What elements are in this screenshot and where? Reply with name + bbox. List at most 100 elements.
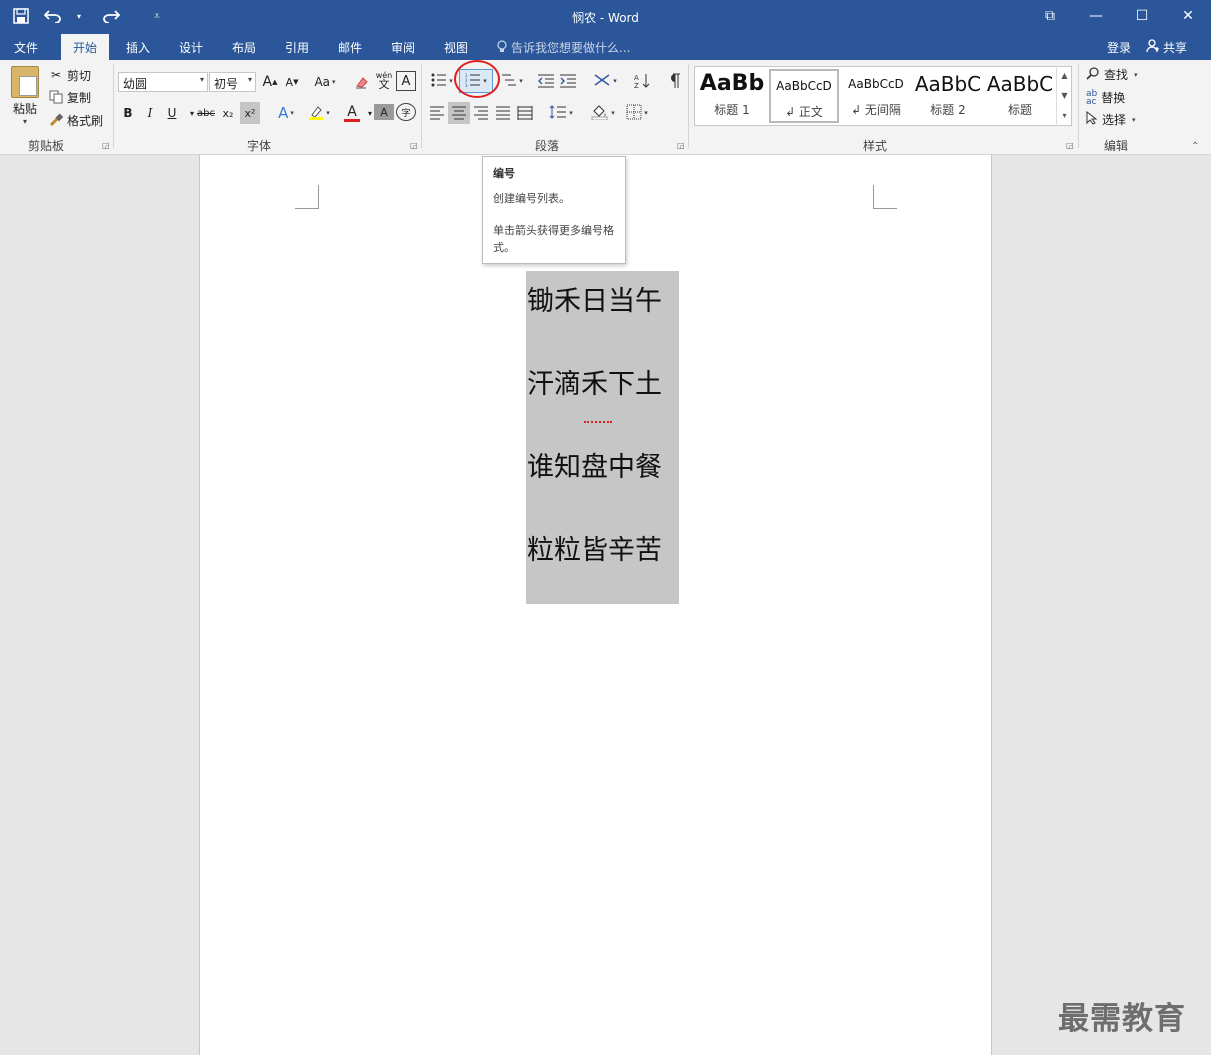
- poem-line[interactable]: 粒粒皆辛苦: [527, 528, 662, 567]
- character-shading-button[interactable]: A: [374, 104, 394, 120]
- align-left-icon[interactable]: [427, 102, 447, 124]
- paste-button[interactable]: 粘贴 ▾: [8, 66, 42, 126]
- style-normal[interactable]: AaBbCcD ↲ 正文: [769, 69, 839, 123]
- distributed-icon[interactable]: [515, 102, 535, 124]
- character-border-button[interactable]: A: [396, 71, 416, 91]
- tell-me-box[interactable]: 告诉我您想要做什么...: [497, 39, 630, 56]
- tab-references[interactable]: 引用: [273, 34, 321, 60]
- font-name-combo[interactable]: 幼圆 ▾: [118, 72, 208, 92]
- format-painter-button[interactable]: 格式刷: [48, 110, 103, 130]
- styles-launcher-icon[interactable]: ◲: [1066, 141, 1074, 150]
- style-name: ↲ 无间隔: [851, 103, 901, 117]
- share-button[interactable]: 共享: [1146, 36, 1202, 58]
- superscript-button[interactable]: x²: [240, 102, 260, 124]
- style-heading-1[interactable]: AaBb 标题 1: [697, 69, 767, 123]
- chevron-down-icon: ▾: [199, 75, 204, 84]
- style-preview: AaBbC: [986, 72, 1054, 96]
- change-case-button[interactable]: Aa ▾: [310, 71, 340, 93]
- style-name: 标题: [1007, 103, 1032, 117]
- styles-scrollbar[interactable]: ▲ ▼ ▾: [1056, 66, 1072, 126]
- borders-button[interactable]: ▾: [622, 102, 652, 124]
- text-effects-icon: A: [278, 104, 289, 122]
- scroll-down-icon[interactable]: ▼: [1057, 86, 1072, 106]
- tooltip-description: 创建编号列表。: [493, 192, 570, 205]
- multilevel-list-icon: [501, 73, 517, 90]
- poem-line[interactable]: 谁知盘中餐: [527, 445, 662, 484]
- watermark-text: 最需教育: [1058, 1001, 1186, 1037]
- shading-button[interactable]: ▾: [588, 102, 618, 124]
- grow-font-button[interactable]: A ▲: [260, 71, 280, 93]
- chinese-layout-button[interactable]: ▾: [590, 70, 620, 92]
- italic-button[interactable]: I: [140, 102, 160, 124]
- replace-icon: ab ac: [1086, 88, 1098, 107]
- clear-formatting-icon[interactable]: [352, 71, 372, 93]
- multilevel-list-button[interactable]: ▾: [497, 70, 527, 92]
- style-no-spacing[interactable]: AaBbCcD ↲ 无间隔: [841, 69, 911, 123]
- ribbon-display-options-icon[interactable]: ⧉: [1027, 0, 1073, 32]
- show-formatting-marks-icon[interactable]: [664, 70, 684, 92]
- tab-insert[interactable]: 插入: [114, 34, 162, 60]
- paste-dropdown-icon[interactable]: ▾: [8, 117, 42, 126]
- window-controls: ⧉ — ☐ ✕: [1027, 0, 1211, 32]
- phonetic-guide-char: 文: [378, 78, 390, 91]
- phonetic-guide-button[interactable]: wén 文: [374, 69, 394, 91]
- chinese-layout-icon: [593, 73, 611, 90]
- tab-home[interactable]: 开始: [61, 34, 110, 60]
- tab-layout[interactable]: 布局: [220, 34, 268, 60]
- subscript-button[interactable]: x₂: [218, 102, 238, 124]
- highlight-color-button[interactable]: ▾: [304, 102, 334, 124]
- sign-in-link[interactable]: 登录: [1107, 39, 1131, 56]
- font-name-value: 幼圆: [123, 77, 148, 91]
- strikethrough-button[interactable]: abc: [196, 102, 216, 124]
- copy-button[interactable]: 复制: [48, 87, 91, 107]
- share-label: 共享: [1163, 40, 1188, 55]
- styles-gallery: AaBb 标题 1 AaBbCcD ↲ 正文 AaBbCcD ↲ 无间隔 AaB…: [694, 66, 1072, 126]
- tooltip-title: 编号: [493, 167, 515, 180]
- tab-mailings[interactable]: 邮件: [326, 34, 374, 60]
- minimize-button[interactable]: —: [1073, 0, 1119, 32]
- poem-line[interactable]: 汗滴禾下土: [527, 362, 662, 401]
- style-name: 标题 1: [714, 103, 750, 117]
- align-right-icon[interactable]: [471, 102, 491, 124]
- scroll-up-icon[interactable]: ▲: [1057, 66, 1072, 86]
- style-title[interactable]: AaBbC 标题: [985, 69, 1055, 123]
- more-styles-icon[interactable]: ▾: [1057, 106, 1072, 126]
- tab-view[interactable]: 视图: [432, 34, 480, 60]
- tab-review[interactable]: 审阅: [379, 34, 427, 60]
- justify-icon[interactable]: [493, 102, 513, 124]
- sort-icon[interactable]: AZ: [632, 70, 652, 92]
- document-page[interactable]: 农 锄禾日当午 汗滴禾下土 谁知盘中餐 粒粒皆辛苦: [199, 155, 992, 1055]
- chevron-down-icon: ▾: [1132, 115, 1136, 124]
- clipboard-icon: [11, 66, 39, 98]
- shrink-font-icon: A: [285, 75, 294, 89]
- font-size-value: 初号: [214, 77, 239, 91]
- select-label: 选择: [1102, 113, 1127, 127]
- line-spacing-button[interactable]: ▾: [546, 102, 576, 124]
- margin-corner: [295, 185, 319, 209]
- poem-line[interactable]: 锄禾日当午: [527, 279, 662, 318]
- underline-button[interactable]: U: [162, 102, 182, 124]
- close-button[interactable]: ✕: [1165, 0, 1211, 32]
- increase-indent-icon[interactable]: [558, 70, 578, 92]
- select-button[interactable]: 选择 ▾: [1086, 110, 1136, 128]
- replace-button[interactable]: ab ac 替换: [1086, 89, 1125, 106]
- paragraph-launcher-icon[interactable]: ◲: [677, 141, 685, 150]
- bold-button[interactable]: B: [118, 102, 138, 124]
- text-effects-button[interactable]: A ▾: [272, 102, 300, 124]
- decrease-indent-icon[interactable]: [536, 70, 556, 92]
- tell-me-text: 告诉我您想要做什么...: [511, 41, 631, 55]
- shrink-font-button[interactable]: A ▼: [282, 71, 302, 93]
- font-size-combo[interactable]: 初号 ▾: [209, 72, 256, 92]
- font-launcher-icon[interactable]: ◲: [410, 141, 418, 150]
- tab-file[interactable]: 文件: [2, 34, 50, 60]
- align-center-icon[interactable]: [448, 102, 470, 124]
- maximize-button[interactable]: ☐: [1119, 0, 1165, 32]
- cut-button[interactable]: ✂ 剪切: [48, 65, 91, 85]
- style-heading-2[interactable]: AaBbC 标题 2: [913, 69, 983, 123]
- tab-design[interactable]: 设计: [167, 34, 215, 60]
- bullets-button[interactable]: ▾: [427, 70, 457, 92]
- find-button[interactable]: 查找 ▾: [1086, 66, 1138, 83]
- enclose-characters-button[interactable]: 字: [396, 103, 416, 121]
- collapse-ribbon-icon[interactable]: ⌃: [1191, 141, 1199, 152]
- clipboard-launcher-icon[interactable]: ◲: [102, 141, 110, 150]
